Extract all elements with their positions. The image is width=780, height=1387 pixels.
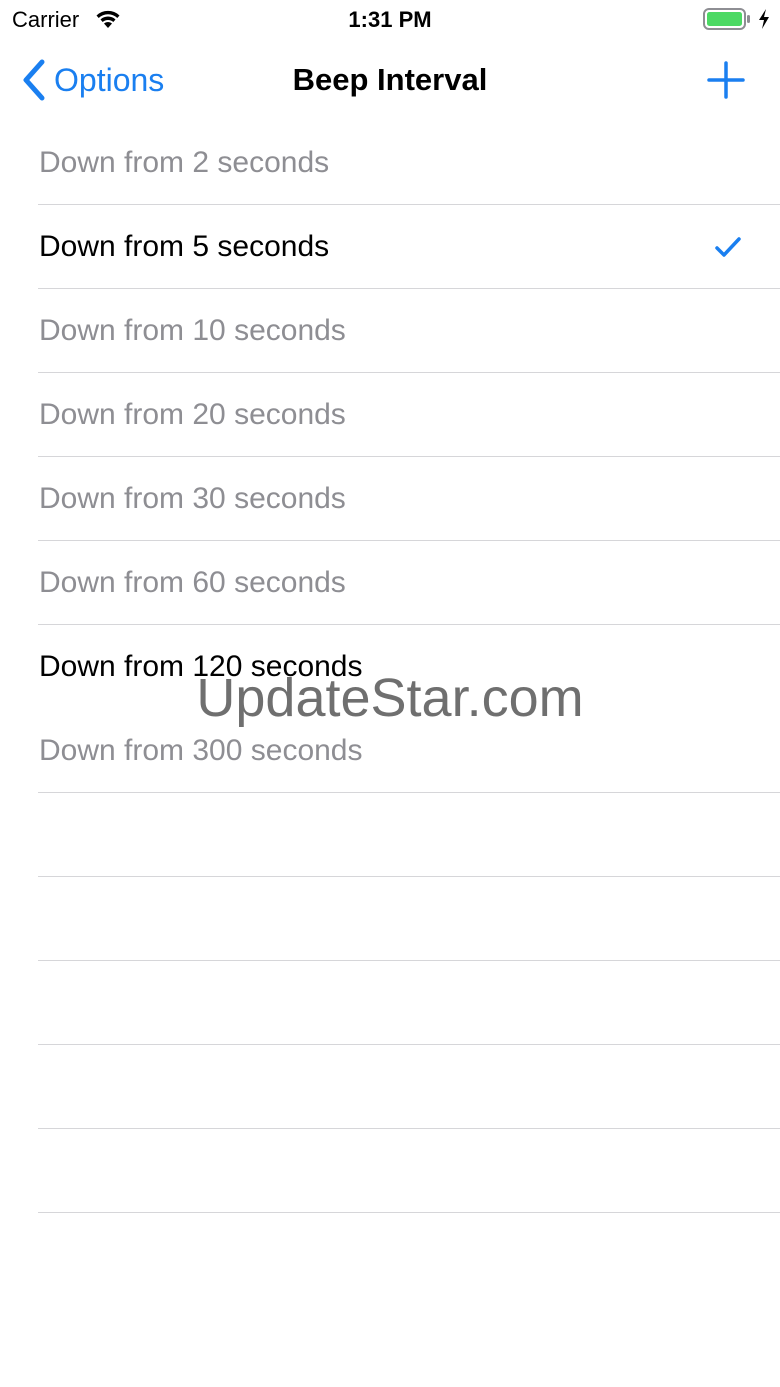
navigation-bar: Options Beep Interval [0, 40, 780, 120]
interval-row[interactable]: Down from 10 seconds [0, 289, 780, 373]
charging-bolt-icon [759, 9, 769, 29]
empty-row [0, 1129, 780, 1213]
interval-row[interactable]: Down from 300 seconds [0, 709, 780, 793]
interval-row[interactable]: Down from 120 seconds [0, 625, 780, 709]
interval-row[interactable]: Down from 30 seconds [0, 457, 780, 541]
interval-row-label: Down from 2 seconds [39, 146, 330, 179]
page-title: Beep Interval [292, 62, 488, 97]
empty-row [0, 961, 780, 1045]
plus-icon[interactable] [706, 60, 746, 100]
interval-row[interactable]: Down from 20 seconds [0, 373, 780, 457]
interval-row-label: Down from 20 seconds [39, 398, 346, 431]
empty-row [0, 793, 780, 877]
checkmark-icon [715, 237, 741, 257]
interval-row-label: Down from 120 seconds [39, 650, 363, 683]
interval-row-label: Down from 300 seconds [39, 734, 363, 767]
interval-row[interactable]: Down from 5 seconds [0, 205, 780, 289]
interval-list: Down from 2 seconds Down from 5 seconds Do… [0, 121, 780, 1213]
interval-row-label: Down from 60 seconds [39, 566, 346, 599]
status-bar: Carrier 1:31 PM [0, 0, 780, 40]
interval-row-label: Down from 5 seconds [39, 230, 330, 263]
empty-row [0, 877, 780, 961]
interval-row-label: Down from 10 seconds [39, 314, 346, 347]
battery-icon [703, 8, 750, 30]
clock: 1:31 PM [348, 7, 432, 32]
empty-row [0, 1045, 780, 1129]
interval-row-label: Down from 30 seconds [39, 482, 346, 515]
interval-row[interactable]: Down from 2 seconds [0, 121, 780, 205]
interval-row[interactable]: Down from 60 seconds [0, 541, 780, 625]
